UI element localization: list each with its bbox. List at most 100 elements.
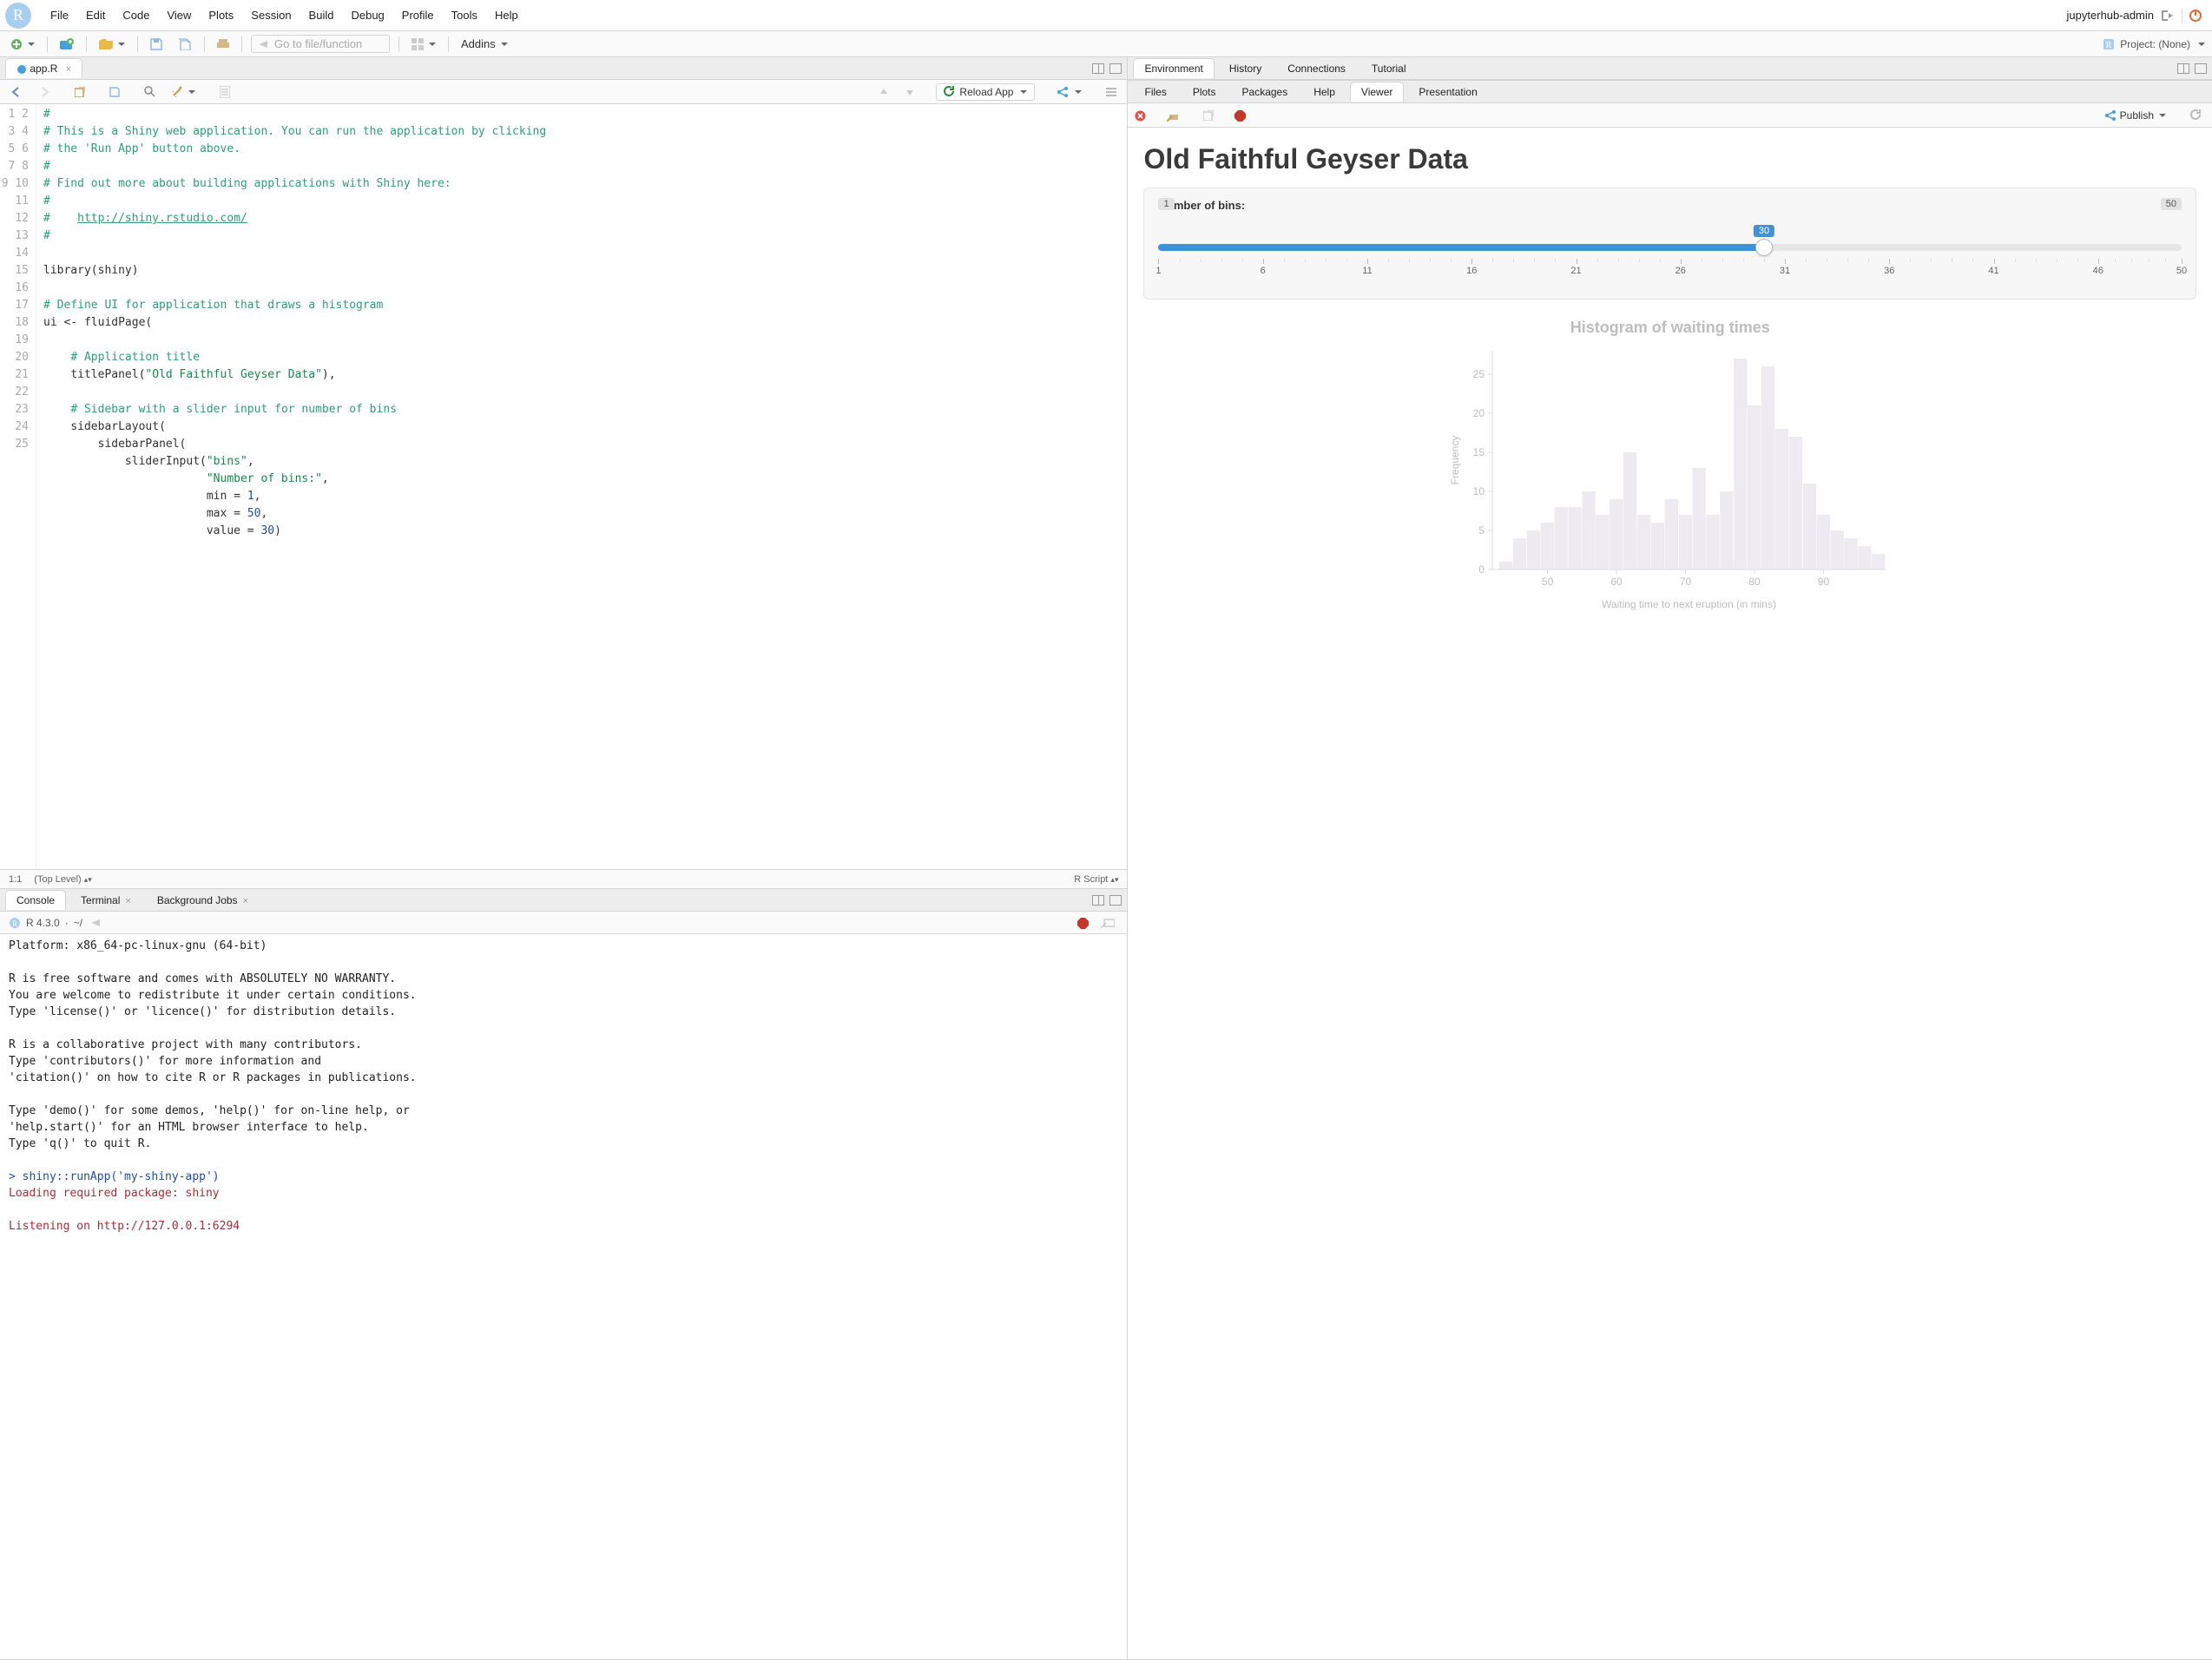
open-file-button[interactable] <box>95 37 128 51</box>
new-project-button[interactable] <box>56 36 77 52</box>
save-source-icon[interactable] <box>106 85 123 99</box>
svg-text:90: 90 <box>1818 576 1830 588</box>
stop-icon[interactable] <box>1077 917 1089 929</box>
svg-text:50: 50 <box>1542 576 1554 588</box>
source-tab-label: app.R <box>30 63 57 75</box>
console-output[interactable]: Platform: x86_64-pc-linux-gnu (64-bit) R… <box>0 934 1127 1659</box>
new-file-button[interactable] <box>7 36 38 52</box>
console-tab-console[interactable]: Console <box>5 890 66 910</box>
run-up-icon[interactable] <box>875 85 892 99</box>
source-tabstrip: app.R × <box>0 57 1127 80</box>
viewer-toolbar: Publish <box>1128 103 2212 128</box>
env-tab-tutorial[interactable]: Tutorial <box>1360 58 1418 78</box>
slider-label: Number of bins: <box>1158 199 2182 212</box>
maximize-pane-icon[interactable] <box>1109 895 1122 906</box>
project-label[interactable]: Project: (None) <box>2120 38 2190 50</box>
menu-view[interactable]: View <box>158 9 200 22</box>
svg-text:R: R <box>2106 41 2112 50</box>
maximize-pane-icon[interactable] <box>1109 63 1122 74</box>
minimize-pane-icon[interactable] <box>2177 63 2189 74</box>
file-type-selector[interactable]: R Script ▴▾ <box>1074 874 1118 885</box>
files-tab-presentation[interactable]: Presentation <box>1407 82 1488 102</box>
working-dir-label: ~/ <box>74 917 82 929</box>
outline-toggle-icon[interactable] <box>1103 85 1120 99</box>
menu-help[interactable]: Help <box>486 9 527 22</box>
files-tab-plots[interactable]: Plots <box>1182 82 1228 102</box>
signout-icon[interactable] <box>2161 9 2175 23</box>
source-statusbar: 1:1 (Top Level) ▴▾ R Script ▴▾ <box>0 869 1127 888</box>
forward-icon <box>35 85 54 99</box>
remove-viewer-icon[interactable] <box>1135 109 1146 121</box>
histogram-plot: Histogram of waiting times 0510152025506… <box>1143 319 2196 615</box>
slider-handle[interactable] <box>1755 239 1773 256</box>
console-tab-background-jobs[interactable]: Background Jobs× <box>146 890 260 910</box>
save-all-button[interactable] <box>174 36 195 52</box>
app-title: Old Faithful Geyser Data <box>1143 143 2196 175</box>
minimize-pane-icon[interactable] <box>1092 895 1104 906</box>
clear-viewer-icon[interactable] <box>1163 108 1182 123</box>
console-tab-terminal[interactable]: Terminal× <box>69 890 142 910</box>
menu-tools[interactable]: Tools <box>443 9 486 22</box>
env-tab-environment[interactable]: Environment <box>1133 58 1214 78</box>
svg-text:10: 10 <box>1472 485 1485 497</box>
minimize-pane-icon[interactable] <box>1092 63 1104 74</box>
reload-app-button[interactable]: Reload App <box>936 83 1035 101</box>
shiny-app-viewer: Old Faithful Geyser Data Number of bins:… <box>1128 128 2212 1659</box>
menu-code[interactable]: Code <box>114 9 158 22</box>
goto-file-input[interactable]: Go to file/function <box>251 35 390 53</box>
files-tab-help[interactable]: Help <box>1302 82 1346 102</box>
svg-text:0: 0 <box>1478 563 1485 576</box>
source-tab-app[interactable]: app.R × <box>5 58 82 78</box>
files-tab-viewer[interactable]: Viewer <box>1350 82 1404 102</box>
svg-text:Waiting time to next eruption: Waiting time to next eruption (in mins) <box>1602 598 1776 610</box>
back-icon[interactable] <box>7 85 26 99</box>
svg-text:Frequency: Frequency <box>1449 436 1461 485</box>
publish-button[interactable]: Publish <box>2100 108 2169 123</box>
goto-dir-icon[interactable] <box>88 917 105 929</box>
rstudio-logo: R <box>5 3 31 29</box>
menu-edit[interactable]: Edit <box>77 9 114 22</box>
slider-ticks: 16111621263136414650 <box>1158 259 2182 283</box>
console-header: R R 4.3.0 · ~/ <box>0 912 1127 934</box>
code-editor[interactable]: 1 2 3 4 5 6 7 8 9 10 11 12 13 14 15 16 1… <box>0 104 1127 869</box>
env-tab-connections[interactable]: Connections <box>1276 58 1357 78</box>
svg-text:20: 20 <box>1472 407 1485 419</box>
files-tab-packages[interactable]: Packages <box>1231 82 1300 102</box>
close-icon[interactable]: × <box>125 896 130 906</box>
show-in-new-window-icon[interactable] <box>71 85 89 99</box>
run-down-icon[interactable] <box>901 85 918 99</box>
addins-menu[interactable]: Addins <box>458 36 511 52</box>
menu-debug[interactable]: Debug <box>342 9 392 22</box>
menu-plots[interactable]: Plots <box>200 9 242 22</box>
clear-console-icon[interactable] <box>1097 916 1118 930</box>
menu-session[interactable]: Session <box>242 9 300 22</box>
save-button[interactable] <box>147 36 166 52</box>
files-tabstrip: FilesPlotsPackagesHelpViewerPresentation <box>1128 81 2212 103</box>
power-icon[interactable] <box>2189 9 2202 23</box>
menu-file[interactable]: File <box>42 9 77 22</box>
menubar: R FileEditCodeViewPlotsSessionBuildDebug… <box>0 0 2212 31</box>
close-icon[interactable]: × <box>243 896 248 906</box>
bins-slider[interactable]: 30 <box>1158 240 2182 255</box>
wand-icon[interactable] <box>168 84 199 100</box>
histogram-svg: 05101520255060708090Waiting time to next… <box>1445 346 1896 615</box>
find-icon[interactable] <box>141 84 159 99</box>
menu-profile[interactable]: Profile <box>393 9 443 22</box>
popout-viewer-icon[interactable] <box>1200 109 1217 122</box>
maximize-pane-icon[interactable] <box>2195 63 2207 74</box>
publish-icon[interactable] <box>1052 84 1085 100</box>
close-icon[interactable]: × <box>66 64 71 75</box>
print-button[interactable] <box>214 37 233 51</box>
stop-viewer-icon[interactable] <box>1234 109 1246 121</box>
main-toolbar: Go to file/function Addins R Project: (N… <box>0 31 2212 57</box>
scope-selector[interactable]: (Top Level) ▴▾ <box>34 874 92 885</box>
refresh-viewer-icon[interactable] <box>2187 108 2205 122</box>
reload-app-label: Reload App <box>959 86 1013 98</box>
r-version-label: R 4.3.0 <box>26 917 60 929</box>
files-tab-files[interactable]: Files <box>1133 82 1177 102</box>
grid-view-button[interactable] <box>408 36 439 52</box>
document-outline-icon[interactable] <box>216 84 234 100</box>
publish-label: Publish <box>2120 109 2154 122</box>
env-tab-history[interactable]: History <box>1218 58 1273 78</box>
menu-build[interactable]: Build <box>300 9 343 22</box>
